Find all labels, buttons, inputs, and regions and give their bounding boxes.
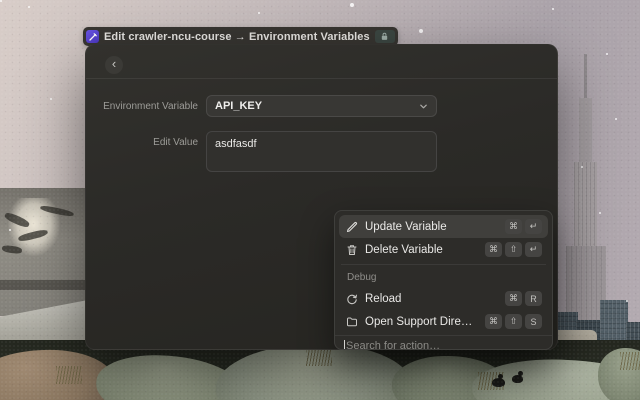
- back-button[interactable]: ‹: [105, 56, 123, 74]
- desktop: Edit crawler-ncu-course → Environment Va…: [0, 0, 640, 400]
- key-r: R: [525, 291, 542, 306]
- key-shift: ⇧: [505, 314, 522, 329]
- header-divider: [86, 78, 557, 79]
- key-cmd: ⌘: [505, 219, 522, 234]
- action-delete-variable[interactable]: Delete Variable ⌘ ⇧ ↵: [339, 238, 548, 261]
- shortcut-keys: ⌘ ⇧ S: [485, 314, 542, 329]
- panel-divider: [341, 264, 546, 265]
- pencil-icon: [345, 220, 358, 233]
- skyscraper-silhouette: [563, 54, 609, 340]
- env-variable-dropdown[interactable]: API_KEY: [206, 95, 437, 117]
- key-cmd: ⌘: [505, 291, 522, 306]
- extension-icon: [86, 30, 99, 43]
- grass-tuft: [306, 348, 332, 366]
- dropdown-selected-value: API_KEY: [215, 100, 263, 112]
- chevron-down-icon: [419, 102, 428, 111]
- breadcrumb-title: Edit crawler-ncu-course → Environment Va…: [104, 30, 370, 43]
- key-shift: ⇧: [505, 242, 522, 257]
- bird: [512, 371, 523, 383]
- graffiti-wall: [0, 188, 88, 316]
- action-label: Delete Variable: [365, 243, 443, 256]
- bird: [492, 374, 505, 387]
- edit-value-textarea[interactable]: asdfasdf: [206, 131, 437, 172]
- lock-icon: [374, 30, 395, 43]
- edit-value-field-label: Edit Value: [153, 137, 198, 148]
- action-search-bar[interactable]: [335, 335, 552, 349]
- action-open-support-directory[interactable]: Open Support Directory ⌘ ⇧ S: [339, 310, 548, 333]
- folder-icon: [345, 315, 358, 328]
- action-panel: Update Variable ⌘ ↵ Delete Variable ⌘ ⇧ …: [334, 210, 553, 350]
- action-label: Reload: [365, 292, 402, 305]
- shortcut-keys: ⌘ ↵: [505, 219, 542, 234]
- shortcut-keys: ⌘ R: [505, 291, 542, 306]
- action-label: Update Variable: [365, 220, 447, 233]
- key-cmd: ⌘: [485, 242, 502, 257]
- reload-icon: [345, 292, 358, 305]
- debug-section-title: Debug: [347, 272, 377, 283]
- text-caret: [344, 340, 345, 349]
- grass-tuft: [56, 366, 82, 384]
- env-variable-field-label: Environment Variable: [103, 101, 198, 112]
- shortcut-keys: ⌘ ⇧ ↵: [485, 242, 542, 257]
- action-label: Open Support Directory: [365, 315, 478, 328]
- key-s: S: [525, 314, 542, 329]
- action-search-input[interactable]: [346, 339, 543, 349]
- trash-icon: [345, 243, 358, 256]
- key-cmd: ⌘: [485, 314, 502, 329]
- action-update-variable[interactable]: Update Variable ⌘ ↵: [339, 215, 548, 238]
- grass-tuft: [620, 352, 640, 370]
- dust-specks: [0, 0, 2, 2]
- key-return: ↵: [525, 219, 542, 234]
- key-return: ↵: [525, 242, 542, 257]
- action-reload[interactable]: Reload ⌘ R: [339, 287, 548, 310]
